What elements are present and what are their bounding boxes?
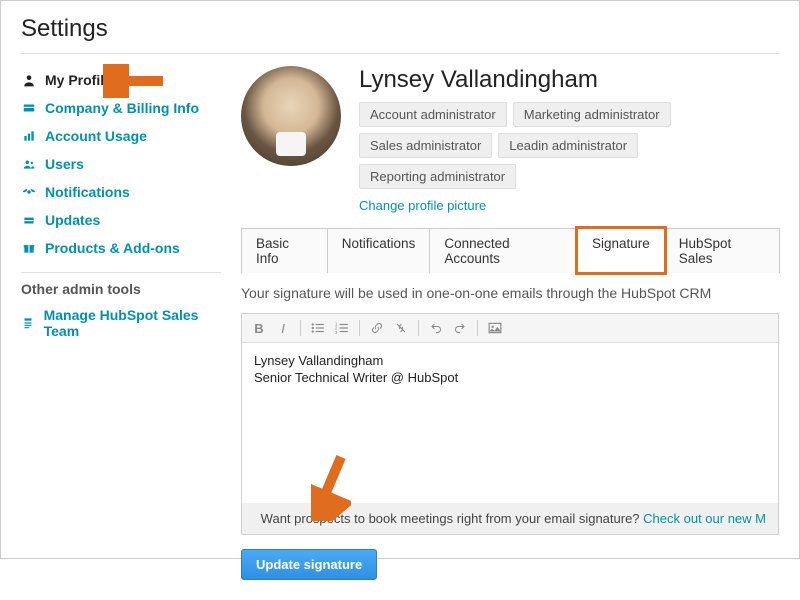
sidebar-item-label: Updates: [45, 212, 100, 228]
role-badges: Account administrator Marketing administ…: [359, 102, 779, 189]
sidebar-item-label: Notifications: [45, 184, 130, 200]
profile-tabs: Basic Info Notifications Connected Accou…: [241, 227, 779, 273]
signal-icon: [21, 185, 37, 199]
sidebar-item-label: Users: [45, 156, 84, 172]
role-badge: Leadin administrator: [498, 133, 638, 158]
sidebar-item-products-addons[interactable]: Products & Add-ons: [21, 234, 221, 262]
signature-line: Senior Technical Writer @ HubSpot: [254, 370, 766, 387]
sidebar-item-updates[interactable]: Updates: [21, 206, 221, 234]
role-badge: Sales administrator: [359, 133, 492, 158]
role-badge: Reporting administrator: [359, 164, 516, 189]
tab-connected-accounts[interactable]: Connected Accounts: [429, 228, 578, 273]
sidebar-item-label: Manage HubSpot Sales Team: [44, 307, 221, 339]
sidebar-item-company-billing[interactable]: Company & Billing Info: [21, 94, 221, 122]
toolbar-separator: [300, 320, 301, 336]
signature-textarea[interactable]: Lynsey Vallandingham Senior Technical Wr…: [242, 343, 778, 503]
italic-icon[interactable]: I: [272, 318, 294, 338]
page-title: Settings: [21, 15, 779, 43]
sidebar-item-label: My Profile: [45, 72, 112, 88]
update-signature-button[interactable]: Update signature: [241, 549, 377, 580]
bold-icon[interactable]: B: [248, 318, 270, 338]
tab-basic-info[interactable]: Basic Info: [241, 228, 328, 273]
card-icon: [21, 101, 37, 115]
inbox-icon: [21, 213, 37, 227]
change-profile-picture-link[interactable]: Change profile picture: [359, 198, 486, 213]
sidebar-item-manage-sales-team[interactable]: Manage HubSpot Sales Team: [21, 301, 221, 345]
tab-signature[interactable]: Signature: [577, 228, 665, 273]
profile-name: Lynsey Vallandingham: [359, 66, 779, 94]
signature-editor: B I 123: [241, 313, 779, 535]
sidebar-section-header: Other admin tools: [21, 281, 221, 297]
sidebar-divider: [21, 272, 221, 273]
link-icon[interactable]: [366, 318, 388, 338]
user-icon: [21, 73, 37, 87]
svg-text:3: 3: [335, 330, 338, 334]
image-icon[interactable]: [484, 318, 506, 338]
sidebar-item-account-usage[interactable]: Account Usage: [21, 122, 221, 150]
header-divider: [21, 53, 779, 54]
sidebar-item-notifications[interactable]: Notifications: [21, 178, 221, 206]
sidebar-item-label: Company & Billing Info: [45, 100, 199, 116]
tab-notifications[interactable]: Notifications: [327, 228, 431, 273]
editor-toolbar: B I 123: [242, 314, 778, 343]
profile-icon: [21, 316, 36, 330]
gift-icon: [21, 241, 37, 255]
toolbar-separator: [477, 320, 478, 336]
footer-text: Want prospects to book meetings right fr…: [261, 511, 643, 526]
sidebar-item-users[interactable]: Users: [21, 150, 221, 178]
unlink-icon[interactable]: [390, 318, 412, 338]
signature-line: Lynsey Vallandingham: [254, 353, 766, 370]
bars-icon: [21, 129, 37, 143]
toolbar-separator: [359, 320, 360, 336]
role-badge: Account administrator: [359, 102, 507, 127]
ordered-list-icon[interactable]: 123: [331, 318, 353, 338]
main-content: Lynsey Vallandingham Account administrat…: [221, 66, 779, 580]
toolbar-separator: [418, 320, 419, 336]
redo-icon[interactable]: [449, 318, 471, 338]
settings-sidebar: My Profile Company & Billing Info Accoun…: [21, 66, 221, 580]
undo-icon[interactable]: [425, 318, 447, 338]
unordered-list-icon[interactable]: [307, 318, 329, 338]
role-badge: Marketing administrator: [513, 102, 671, 127]
avatar: [241, 66, 341, 166]
tab-hubspot-sales[interactable]: HubSpot Sales: [664, 228, 780, 273]
group-icon: [21, 157, 37, 171]
editor-footer: Want prospects to book meetings right fr…: [242, 503, 778, 534]
footer-link[interactable]: Check out our new M: [643, 511, 766, 526]
sidebar-item-label: Account Usage: [45, 128, 147, 144]
sidebar-item-my-profile[interactable]: My Profile: [21, 66, 221, 94]
signature-description: Your signature will be used in one-on-on…: [241, 285, 779, 301]
sidebar-item-label: Products & Add-ons: [45, 240, 180, 256]
